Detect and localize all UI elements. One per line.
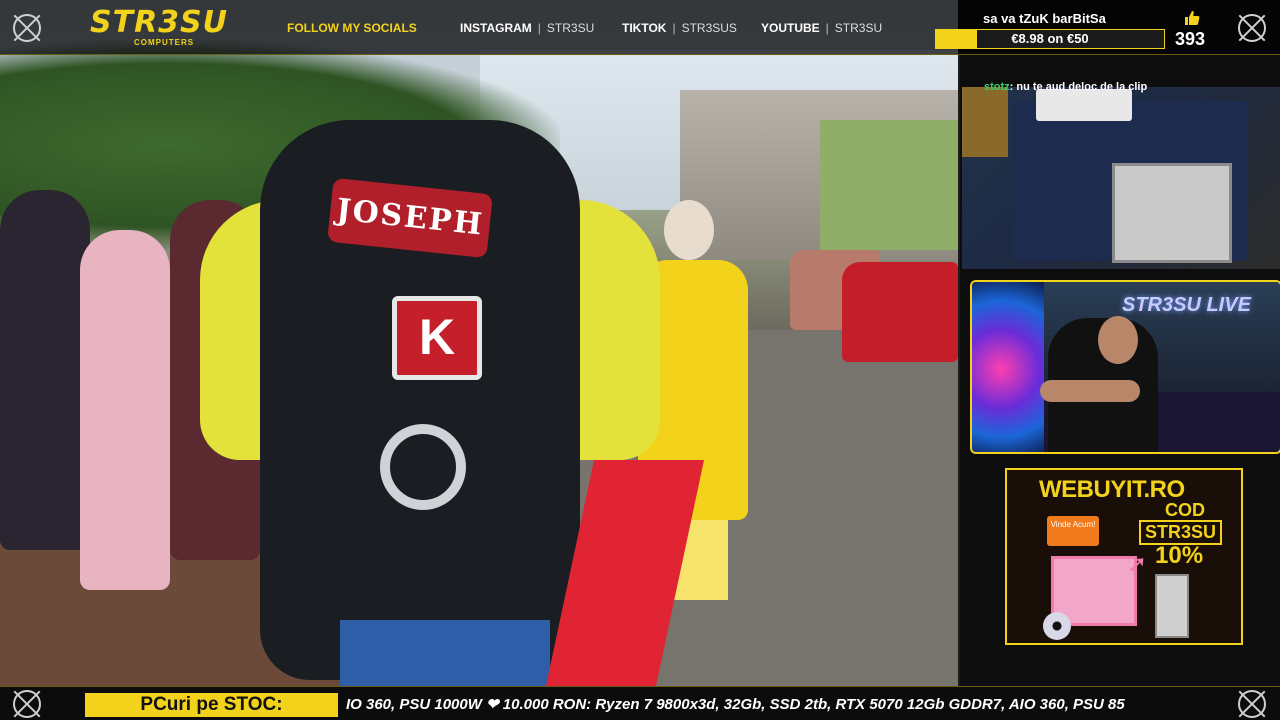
crosshair-icon (1238, 14, 1266, 42)
kid-figure (0, 190, 90, 550)
donation-goal-text: €8.98 on €50 (1011, 31, 1089, 46)
streamer-webcam: STR3SU LIVE (970, 280, 1280, 454)
ad-pc-image (1155, 574, 1189, 638)
crosshair-icon (1238, 690, 1266, 718)
follow-socials-label: FOLLOW MY SOCIALS (287, 21, 417, 35)
chat-text: : nu te aud deloc de la clip (1009, 81, 1148, 93)
donation-goal-title: sa va tZuK barBitSa (983, 11, 1106, 26)
social-tiktok: TIKTOK | STR3SUS (622, 21, 737, 35)
social-separator: | (672, 21, 676, 35)
social-network-name: INSTAGRAM (460, 21, 532, 35)
desk-camera-feed (962, 87, 1280, 269)
right-panel: stotz: nu te aud deloc de la clip STR3SU… (958, 55, 1280, 686)
brand-logo: STR3SU COMPUTERS (90, 8, 240, 50)
ticker-text: IO 360, PSU 1000W ❤ 10.000 RON: Ryzen 7 … (346, 696, 1125, 713)
social-separator: | (825, 21, 829, 35)
streamer-arm (1040, 380, 1140, 402)
video-building-green (820, 120, 958, 250)
neon-sign: STR3SU LIVE (1122, 294, 1251, 316)
social-handle: STR3SUS (681, 21, 737, 35)
bottom-ticker: PCuri pe STOC: IO 360, PSU 1000W ❤ 10.00… (0, 686, 1280, 720)
blue-jeans (340, 620, 550, 686)
ad-cta-button[interactable]: Vinde Acum! (1047, 516, 1099, 546)
social-handle: STR3SU (834, 21, 883, 35)
logo-subtext: COMPUTERS (134, 38, 195, 47)
like-count: 393 (1175, 29, 1206, 49)
video-person-backpack: JOSEPH K (200, 60, 705, 686)
cursor-icon: ➚ (1127, 551, 1148, 578)
social-handle: STR3SU (546, 21, 595, 35)
social-separator: | (537, 21, 541, 35)
pc-case (1112, 163, 1232, 263)
neon-wall-art (972, 282, 1044, 452)
social-youtube: YOUTUBE | STR3SU (761, 21, 882, 35)
donation-goal-bar: €8.98 on €50 (935, 29, 1165, 49)
desk-box (962, 87, 1008, 157)
disc-icon (1043, 612, 1071, 640)
costume-head (664, 200, 714, 260)
ad-discount-percent: 10% (1155, 542, 1204, 569)
backpack-round-patch (380, 424, 466, 510)
social-network-name: TIKTOK (622, 21, 667, 35)
chat-username: stotz (984, 81, 1010, 93)
crosshair-icon (13, 690, 41, 718)
sponsor-ad[interactable]: WEBUYIT.RO Vinde Acum! COD STR3SU 10% ➚ (1005, 468, 1243, 645)
chat-message: stotz: nu te aud deloc de la clip (984, 81, 1254, 95)
backpack-logo-patch: K (392, 296, 482, 380)
thumbs-up-icon (1185, 11, 1200, 25)
ticker-label: PCuri pe STOC: (85, 693, 338, 717)
ad-brand: WEBUYIT.RO (1039, 476, 1185, 503)
main-video-feed: JOSEPH K (0, 0, 958, 686)
social-network-name: YOUTUBE (761, 21, 820, 35)
top-bar: STR3SU COMPUTERS FOLLOW MY SOCIALS INSTA… (0, 0, 1280, 55)
crosshair-icon (13, 14, 41, 42)
social-instagram: INSTAGRAM | STR3SU (460, 21, 594, 35)
streamer-head (1098, 316, 1138, 364)
kid-figure (80, 230, 170, 590)
video-car-red (842, 262, 958, 362)
ad-cod-label: COD (1165, 500, 1205, 520)
logo-text: STR3SU (90, 5, 229, 40)
